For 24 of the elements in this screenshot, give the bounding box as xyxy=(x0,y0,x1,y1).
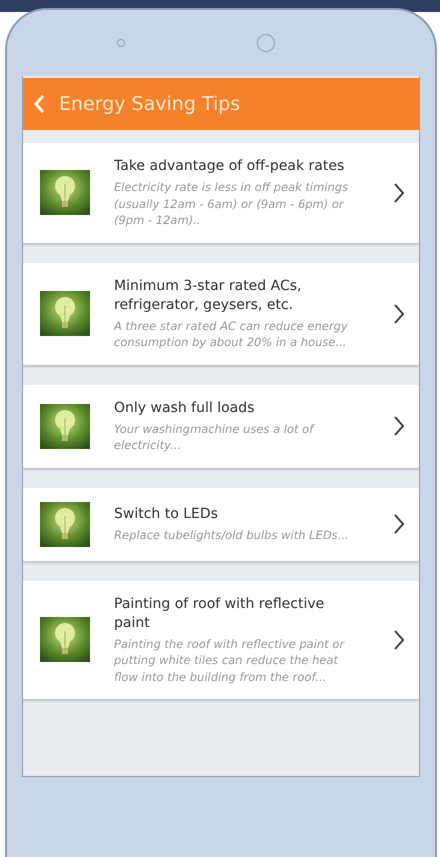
tip-card[interactable]: Switch to LEDs Replace tubelights/old bulbs with LEDs... xyxy=(23,488,419,560)
tip-card[interactable]: Only wash full loads Your washingmachine uses a lot of electricity... xyxy=(23,384,419,468)
chevron-icon xyxy=(393,628,405,651)
tip-title: Switch to LEDs xyxy=(114,504,219,524)
chevron-icon xyxy=(393,513,405,535)
tip-title: Painting of roof with reflective paint xyxy=(114,594,326,632)
camera-icon xyxy=(257,34,275,52)
tip-description: A three star rated AC can reduce energy consumption by about 20% in a house... xyxy=(114,318,349,350)
tip-title: Minimum 3-star rated ACs, refrigerator, geysers, etc. xyxy=(114,276,302,314)
tip-title: Only wash full loads xyxy=(114,398,256,418)
sensor-icon xyxy=(117,39,125,47)
screen-title: Energy Saving Tips xyxy=(59,93,240,115)
tip-description: Electricity rate is less in off peak timings (usually 12am - 6am) or (9am - 6pm) or (9pm - 12am).. xyxy=(114,179,350,228)
tip-description: Your washingmachine uses a lot of electricity... xyxy=(114,420,316,454)
back-button[interactable] xyxy=(33,93,47,115)
tip-description: Painting the roof with reflective paint or putting white tiles can reduce the heat flow into the building from the roof... xyxy=(114,636,346,685)
tip-card[interactable]: Take advantage of off-peak rates Electricity rate is less in off peak timings (usually 12am - 6am) or (9am - 6pm) or (9pm - 12am).. xyxy=(23,143,419,242)
tip-card[interactable]: Minimum 3-star rated ACs, refrigerator, geysers, etc. A three star rated AC can reduce energy consumption by about 20% in a house... xyxy=(23,262,419,364)
chevron-icon xyxy=(393,415,405,437)
tip-card[interactable]: Painting of roof with reflective paint Painting the roof with reflective paint or putting white tiles can reduce the heat flow into the building from the roof... xyxy=(23,580,419,699)
tip-description: Replace tubelights/old bulbs with LEDs... xyxy=(114,526,350,544)
chevron-icon xyxy=(393,182,405,204)
chevron-icon xyxy=(393,302,405,324)
tip-title: Take advantage of off-peak rates xyxy=(114,157,346,176)
